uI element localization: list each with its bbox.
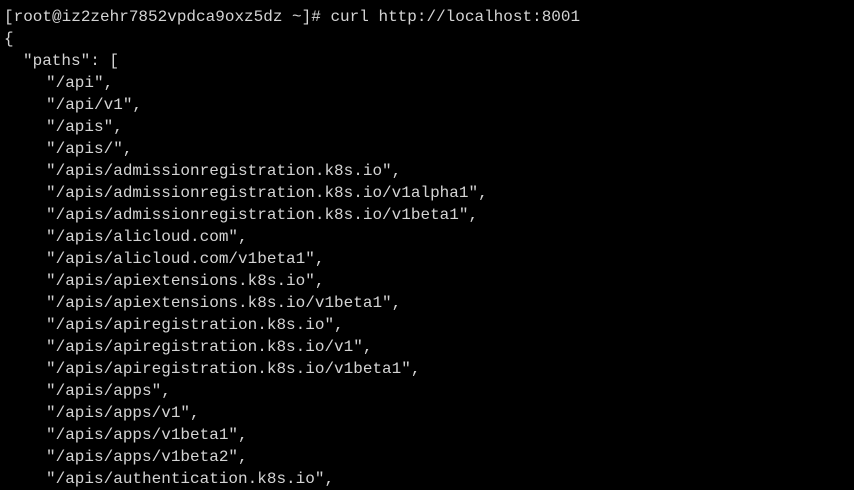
path-entry: "/apis/authentication.k8s.io",	[46, 470, 335, 488]
json-open-brace: {	[4, 30, 14, 48]
json-paths-key: "paths": [	[23, 52, 120, 70]
path-entry: "/apis/apiregistration.k8s.io",	[46, 316, 344, 334]
path-entry: "/apis/apps/v1beta2",	[46, 448, 248, 466]
path-entry: "/apis/apps/v1",	[46, 404, 200, 422]
path-entry: "/apis/apiextensions.k8s.io/v1beta1",	[46, 294, 402, 312]
terminal-window[interactable]: [root@iz2zehr7852vpdca9oxz5dz ~]# curl h…	[0, 0, 854, 490]
path-entry: "/api/v1",	[46, 96, 143, 114]
path-entry: "/apis/admissionregistration.k8s.io/v1al…	[46, 184, 488, 202]
path-entry: "/apis/apps",	[46, 382, 171, 400]
path-entry: "/api",	[46, 74, 114, 92]
shell-prompt: [root@iz2zehr7852vpdca9oxz5dz ~]#	[4, 8, 331, 26]
command-line: [root@iz2zehr7852vpdca9oxz5dz ~]# curl h…	[4, 6, 854, 28]
path-entry: "/apis/admissionregistration.k8s.io",	[46, 162, 402, 180]
path-entry: "/apis/alicloud.com/v1beta1",	[46, 250, 325, 268]
path-entry: "/apis/apiextensions.k8s.io",	[46, 272, 325, 290]
path-entry: "/apis/",	[46, 140, 133, 158]
path-entry: "/apis",	[46, 118, 123, 136]
path-entry: "/apis/alicloud.com",	[46, 228, 248, 246]
path-entry: "/apis/apiregistration.k8s.io/v1",	[46, 338, 373, 356]
path-entry: "/apis/admissionregistration.k8s.io/v1be…	[46, 206, 479, 224]
path-entry: "/apis/apps/v1beta1",	[46, 426, 248, 444]
path-entry: "/apis/apiregistration.k8s.io/v1beta1",	[46, 360, 421, 378]
command-text: curl http://localhost:8001	[330, 8, 581, 26]
